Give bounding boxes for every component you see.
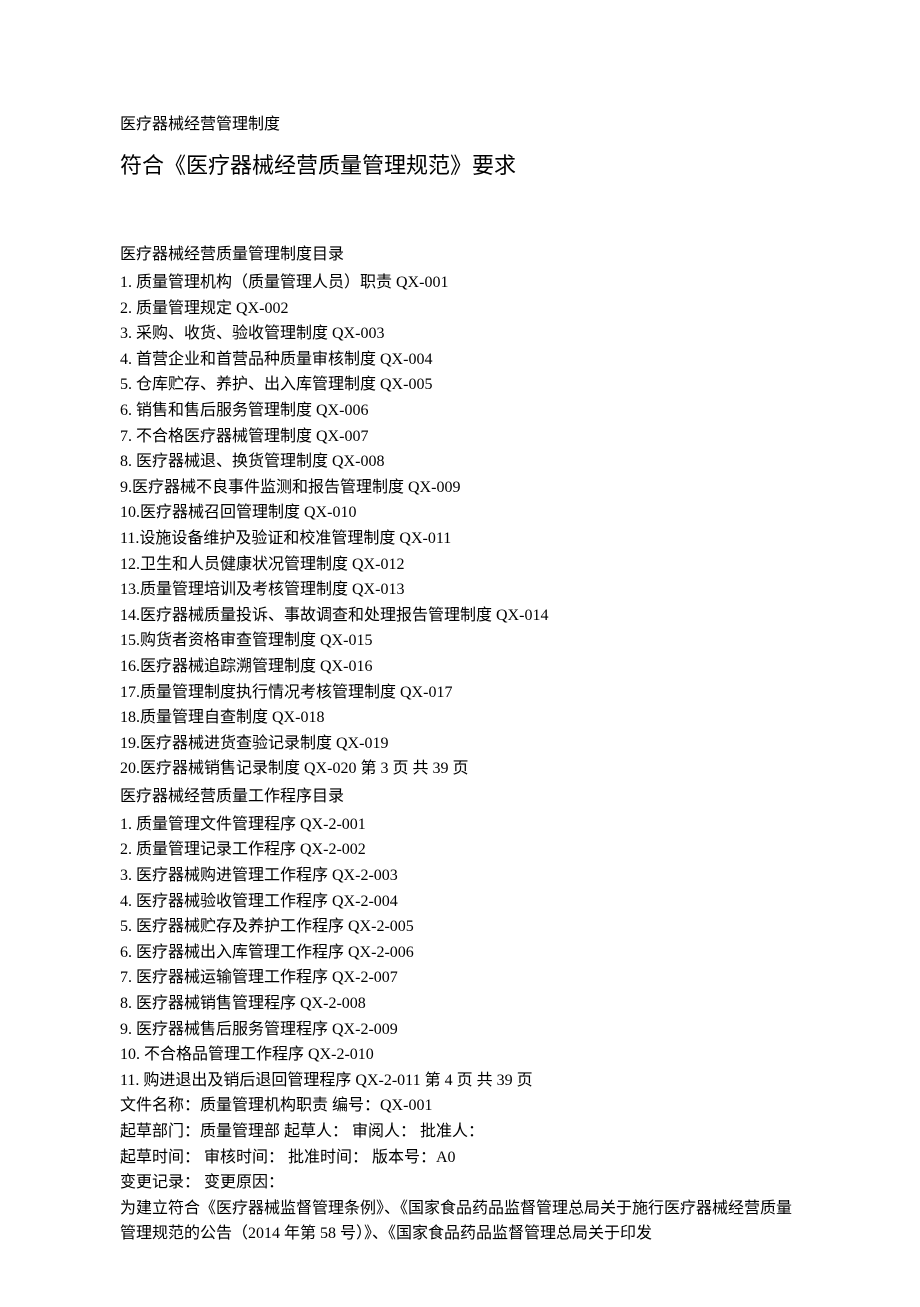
toc2-heading: 医疗器械经营质量工作程序目录 [120, 782, 800, 806]
toc2-item: 3. 医疗器械购进管理工作程序 QX-2-003 [120, 863, 800, 889]
toc1-item: 3. 采购、收货、验收管理制度 QX-003 [120, 321, 800, 347]
toc2-item: 11. 购进退出及销后退回管理程序 QX-2-011 第 4 页 共 39 页 [120, 1068, 800, 1094]
toc1-item: 17.质量管理制度执行情况考核管理制度 QX-017 [120, 680, 800, 706]
toc1-item: 14.医疗器械质量投诉、事故调查和处理报告管理制度 QX-014 [120, 603, 800, 629]
toc1-item: 1. 质量管理机构（质量管理人员）职责 QX-001 [120, 270, 800, 296]
toc1-item: 7. 不合格医疗器械管理制度 QX-007 [120, 424, 800, 450]
document-page: 医疗器械经营管理制度 符合《医疗器械经营质量管理规范》要求 医疗器械经营质量管理… [0, 0, 920, 1307]
form-line-filename: 文件名称：质量管理机构职责 编号：QX-001 [120, 1093, 800, 1119]
toc2-item: 2. 质量管理记录工作程序 QX-2-002 [120, 837, 800, 863]
form-line-drafting: 起草部门：质量管理部 起草人： 审阅人： 批准人： [120, 1119, 800, 1145]
toc2-item: 9. 医疗器械售后服务管理程序 QX-2-009 [120, 1017, 800, 1043]
doc-title-large: 符合《医疗器械经营质量管理规范》要求 [120, 148, 800, 180]
toc1-item: 20.医疗器械销售记录制度 QX-020 第 3 页 共 39 页 [120, 756, 800, 782]
toc1-item: 11.设施设备维护及验证和校准管理制度 QX-011 [120, 526, 800, 552]
toc1-item: 16.医疗器械追踪溯管理制度 QX-016 [120, 654, 800, 680]
toc1-item: 19.医疗器械进货查验记录制度 QX-019 [120, 731, 800, 757]
doc-title-small: 医疗器械经营管理制度 [120, 110, 800, 134]
toc2-item: 4. 医疗器械验收管理工作程序 QX-2-004 [120, 889, 800, 915]
toc1-item: 18.质量管理自查制度 QX-018 [120, 705, 800, 731]
toc1-item: 15.购货者资格审查管理制度 QX-015 [120, 628, 800, 654]
body-paragraph: 为建立符合《医疗器械监督管理条例》、《国家食品药品监督管理总局关于施行医疗器械经… [120, 1196, 800, 1247]
toc2-item: 5. 医疗器械贮存及养护工作程序 QX-2-005 [120, 914, 800, 940]
toc1-item: 2. 质量管理规定 QX-002 [120, 296, 800, 322]
toc2-item: 10. 不合格品管理工作程序 QX-2-010 [120, 1042, 800, 1068]
toc2-item: 7. 医疗器械运输管理工作程序 QX-2-007 [120, 965, 800, 991]
toc1-item: 4. 首营企业和首营品种质量审核制度 QX-004 [120, 347, 800, 373]
toc1-item: 13.质量管理培训及考核管理制度 QX-013 [120, 577, 800, 603]
toc1-item: 8. 医疗器械退、换货管理制度 QX-008 [120, 449, 800, 475]
toc2-item: 1. 质量管理文件管理程序 QX-2-001 [120, 812, 800, 838]
toc1-item: 9.医疗器械不良事件监测和报告管理制度 QX-009 [120, 475, 800, 501]
toc1-item: 12.卫生和人员健康状况管理制度 QX-012 [120, 552, 800, 578]
toc1-item: 5. 仓库贮存、养护、出入库管理制度 QX-005 [120, 372, 800, 398]
toc1-item: 10.医疗器械召回管理制度 QX-010 [120, 500, 800, 526]
toc1-item: 6. 销售和售后服务管理制度 QX-006 [120, 398, 800, 424]
form-line-dates: 起草时间： 审核时间： 批准时间： 版本号：A0 [120, 1145, 800, 1171]
toc1-heading: 医疗器械经营质量管理制度目录 [120, 240, 800, 264]
toc2-item: 6. 医疗器械出入库管理工作程序 QX-2-006 [120, 940, 800, 966]
form-line-change: 变更记录： 变更原因： [120, 1170, 800, 1196]
toc2-item: 8. 医疗器械销售管理程序 QX-2-008 [120, 991, 800, 1017]
